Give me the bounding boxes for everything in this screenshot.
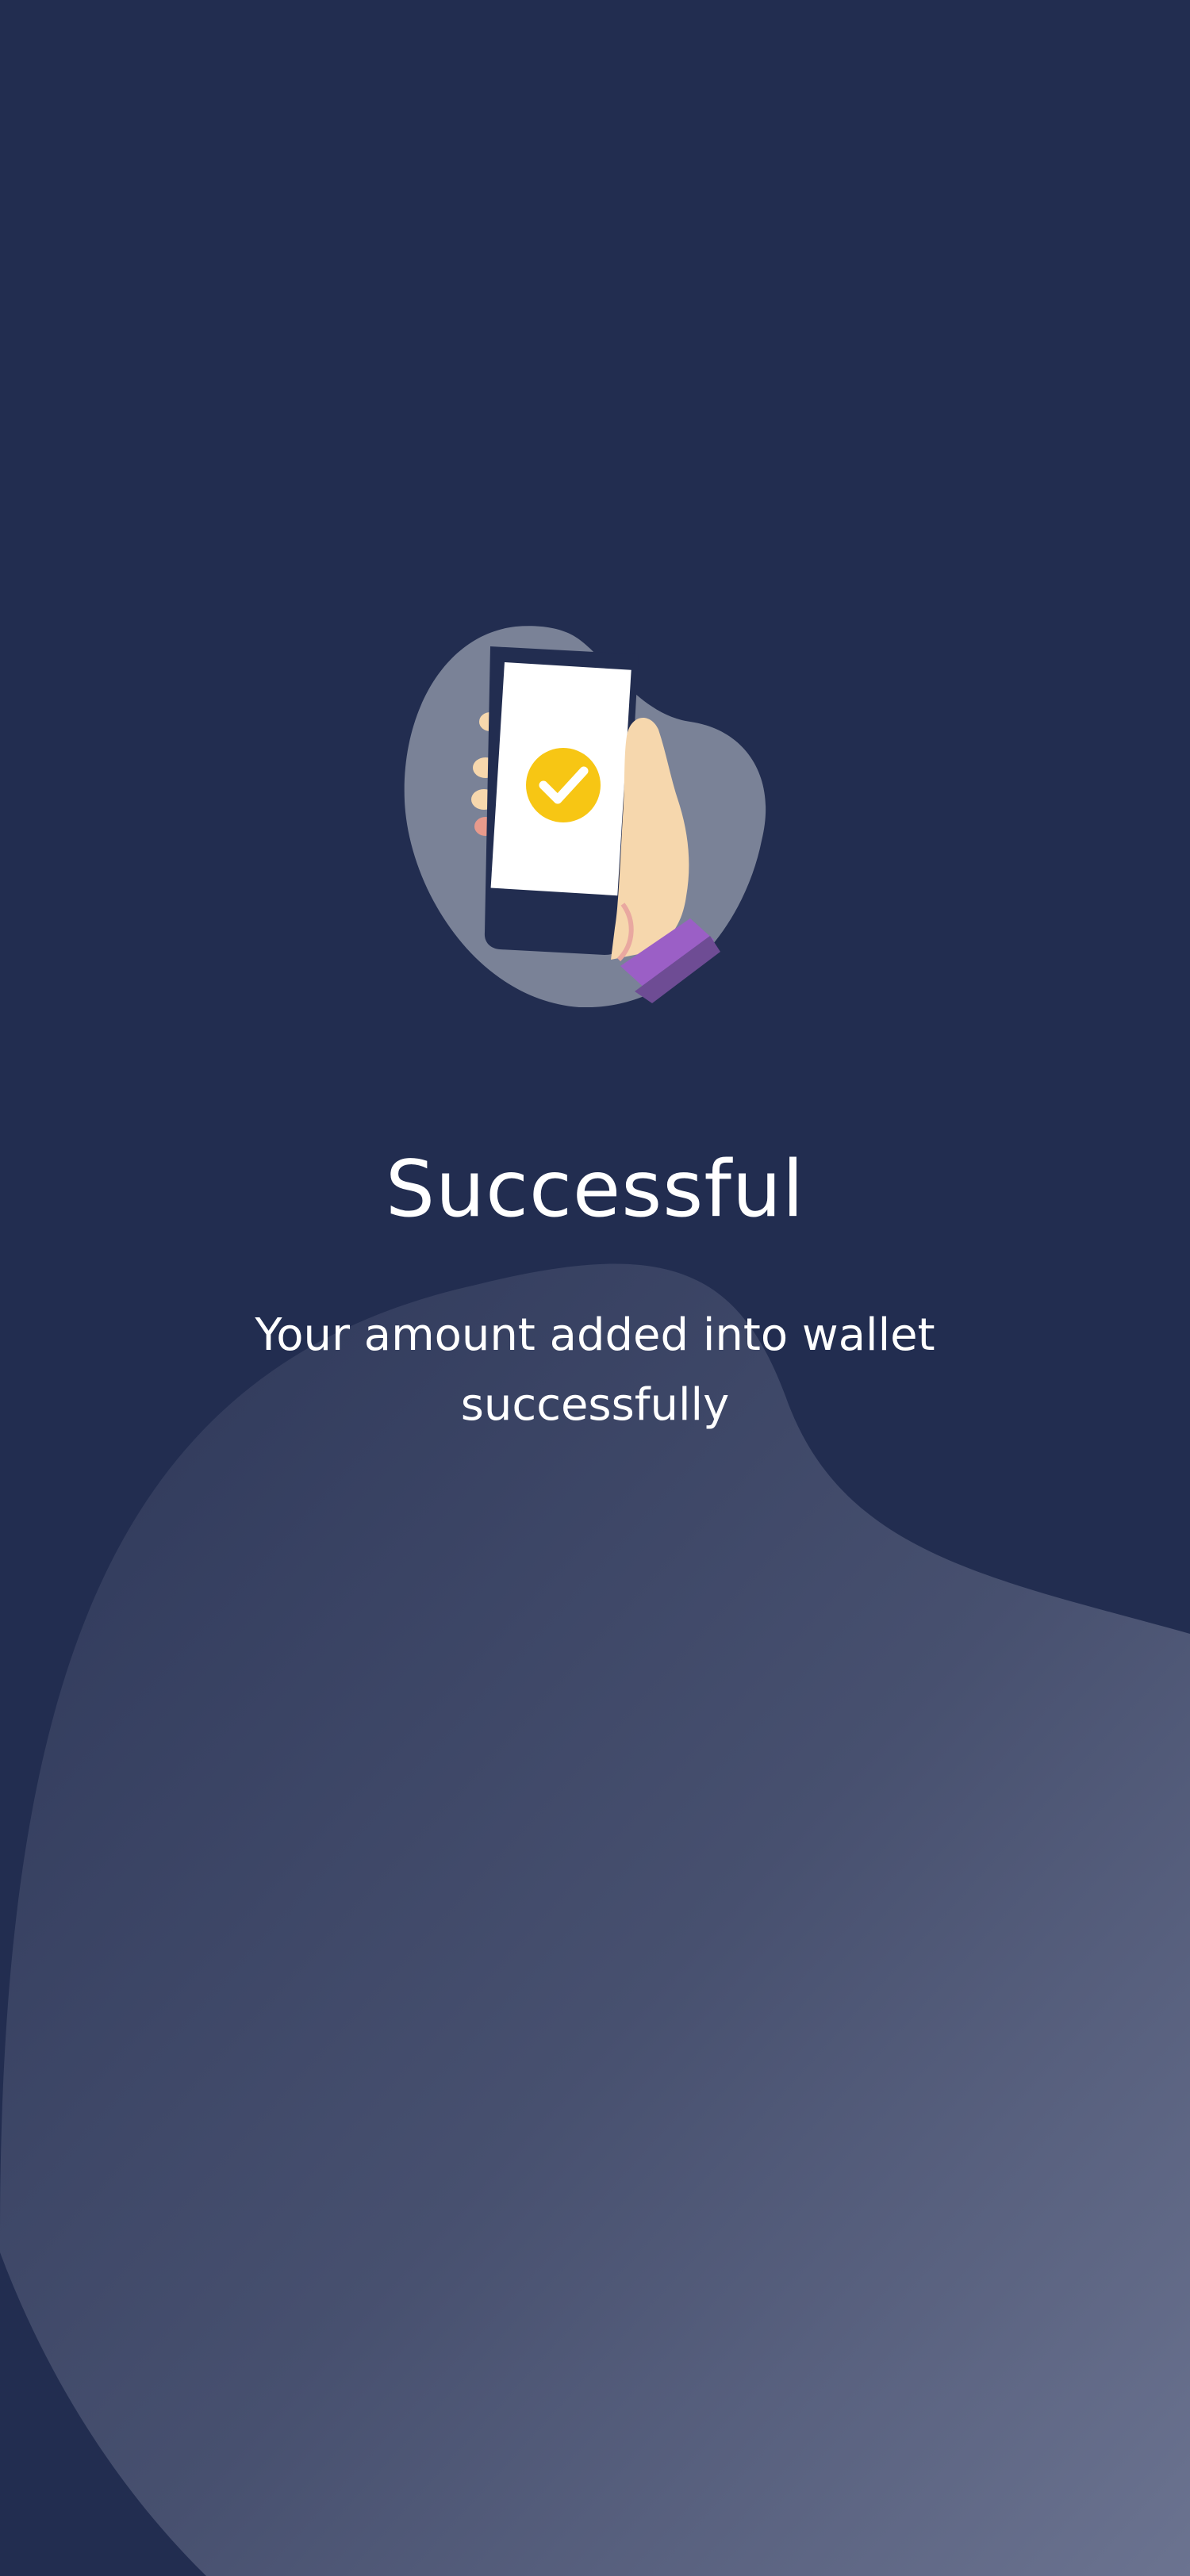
success-message: Your amount added into wallet successful… <box>255 1309 935 1431</box>
hand-holding-phone-checkmark-icon <box>404 626 766 1007</box>
background-wave <box>0 1263 1190 2576</box>
phone-icon <box>484 646 639 955</box>
success-screen: Successful Your amount added into wallet… <box>0 0 1190 2576</box>
success-title: Successful <box>385 1144 805 1235</box>
